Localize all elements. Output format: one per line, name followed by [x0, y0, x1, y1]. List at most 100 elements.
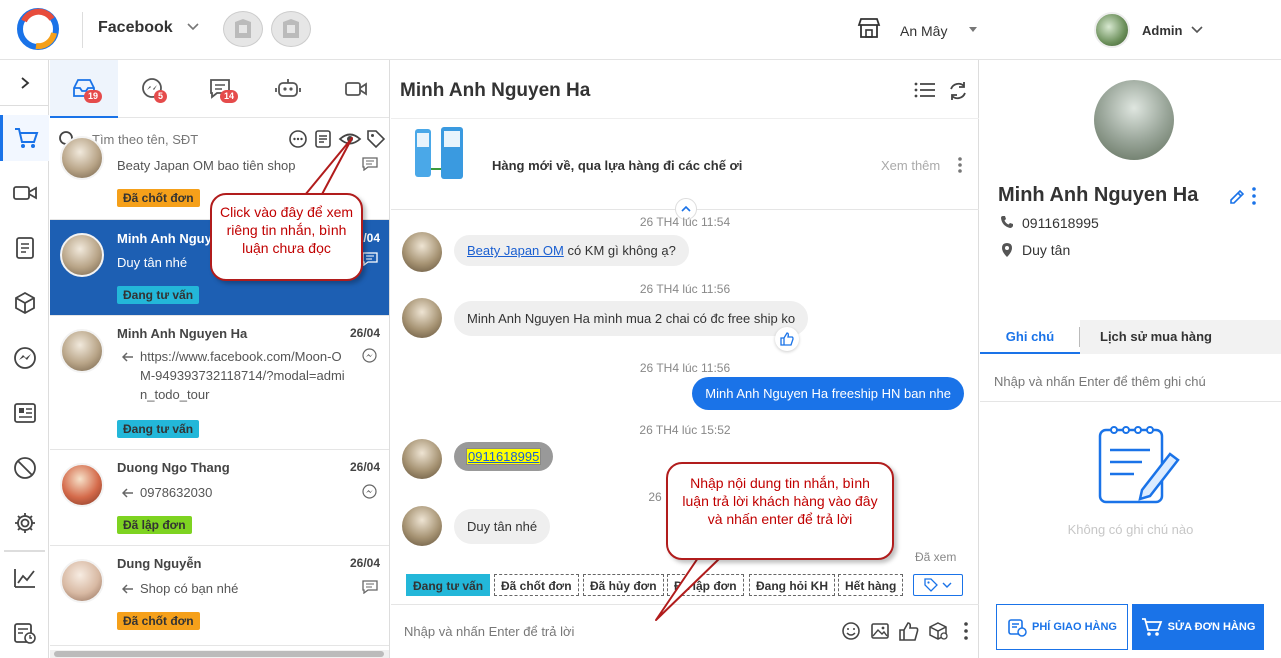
- conversation-date: 26/04: [349, 460, 380, 474]
- conversation-last-message: Beaty Japan OM bao tiên shop: [117, 158, 296, 173]
- status-tag-cancelled[interactable]: Đã hủy đơn: [583, 574, 664, 596]
- conversation-item[interactable]: Dung Nguyễn 26/04 Shop có bạn nhé Đã chố…: [50, 546, 389, 646]
- chevron-down-icon[interactable]: [186, 22, 200, 32]
- tag-dropdown[interactable]: [913, 574, 963, 596]
- caret-down-icon[interactable]: [969, 27, 977, 32]
- top-bar: Facebook An Mây Admin: [0, 0, 1281, 60]
- more-vertical-icon[interactable]: [1251, 186, 1257, 206]
- emoji-icon[interactable]: [841, 621, 861, 641]
- phone-number-link[interactable]: 0911618995: [466, 448, 542, 465]
- more-vertical-icon[interactable]: [957, 156, 963, 174]
- conversation-last-message: Shop có bạn nhé: [140, 581, 239, 596]
- conversation-search-input[interactable]: [92, 129, 282, 149]
- nav-item-blocked[interactable]: [0, 445, 49, 491]
- status-tag-out-of-stock[interactable]: Hết hàng: [838, 574, 904, 596]
- nav-item-schedule[interactable]: [0, 610, 49, 656]
- reply-bar: [391, 604, 979, 658]
- list-icon[interactable]: [913, 80, 937, 100]
- tab-bot[interactable]: [254, 60, 322, 118]
- conversation-last-message: Duy tân nhé: [117, 255, 188, 270]
- status-tag-asking[interactable]: Đang hỏi KH: [749, 574, 835, 596]
- eye-icon[interactable]: [338, 129, 362, 149]
- note-input[interactable]: [994, 371, 1264, 391]
- page-thumbnail-2[interactable]: [271, 11, 311, 47]
- status-tag-consulting[interactable]: Đang tư vấn: [406, 574, 491, 596]
- conversation-list-panel: 19 5 14 Tìm theo tên, SĐT Beaty Japan OM…: [50, 60, 390, 658]
- customer-address: Duy tân: [1022, 242, 1071, 258]
- tab-purchase-history[interactable]: Lịch sử mua hàng: [1100, 320, 1212, 354]
- customer-avatar: [402, 439, 442, 479]
- incoming-message: Beaty Japan OM có KM gì không ạ?: [454, 235, 689, 266]
- conversation-item[interactable]: Minh Anh Nguyen Ha 26/04 https://www.fac…: [50, 316, 389, 450]
- page-selector-label[interactable]: Facebook: [98, 19, 173, 37]
- conversation-last-message: https://www.facebook.com/Moon-OM-9493937…: [140, 349, 345, 402]
- nav-item-orders[interactable]: [0, 115, 49, 161]
- customer-avatar: [60, 463, 104, 507]
- nav-item-posts[interactable]: [0, 225, 49, 271]
- message-text: có KM gì không ạ?: [567, 243, 676, 258]
- more-vertical-icon[interactable]: [963, 621, 969, 641]
- tab-video[interactable]: [322, 60, 389, 118]
- video-camera-icon: [12, 186, 37, 200]
- scrollbar-thumb[interactable]: [54, 651, 384, 657]
- status-tag-closed[interactable]: Đã chốt đơn: [494, 574, 579, 596]
- message-timestamp: 26 TH4 lúc 15:52: [639, 423, 731, 437]
- tab-all-inbox[interactable]: 19: [50, 60, 118, 118]
- reply-input[interactable]: [404, 621, 824, 641]
- chevron-down-icon[interactable]: [1190, 25, 1204, 35]
- post-caption: Hàng mới về, qua lựa hàng đi các chế ơi: [492, 158, 743, 173]
- horizontal-scrollbar[interactable]: [50, 650, 389, 658]
- document-icon: [15, 237, 34, 259]
- seen-status: Đã xem: [915, 550, 957, 564]
- pencil-icon[interactable]: [1228, 188, 1246, 206]
- product-box-icon[interactable]: [927, 621, 949, 641]
- filter-messages-icon[interactable]: [288, 129, 308, 149]
- status-badge: Đang tư vấn: [117, 420, 200, 438]
- app-logo[interactable]: [14, 7, 62, 51]
- edit-order-label: SỬA ĐƠN HÀNG: [1167, 621, 1256, 633]
- tab-badge: 5: [154, 90, 168, 103]
- user-name[interactable]: Admin: [1142, 23, 1182, 38]
- nav-item-settings[interactable]: [0, 500, 49, 546]
- messenger-icon: [13, 347, 36, 369]
- shipping-fee-icon: [1008, 619, 1027, 637]
- location-pin-icon: [1002, 243, 1012, 257]
- nav-expand-button[interactable]: [0, 60, 49, 106]
- tab-comments[interactable]: 14: [186, 60, 254, 118]
- edit-order-button[interactable]: SỬA ĐƠN HÀNG: [1132, 604, 1264, 650]
- page-mention-link[interactable]: Beaty Japan OM: [467, 243, 564, 258]
- nav-item-messenger[interactable]: [0, 335, 49, 381]
- shipping-fee-button[interactable]: PHÍ GIAO HÀNG: [996, 604, 1128, 650]
- see-more-link[interactable]: Xem thêm: [881, 158, 940, 173]
- nav-item-video[interactable]: [0, 170, 49, 216]
- image-icon[interactable]: [870, 621, 890, 641]
- nav-item-products[interactable]: [0, 280, 49, 326]
- conversation-item[interactable]: Duong Ngo Thang 26/04 0978632030 Đã lập …: [50, 450, 389, 546]
- incoming-message: Minh Anh Nguyen Ha mình mua 2 chai có đc…: [454, 301, 809, 336]
- tag-icon[interactable]: [366, 129, 386, 149]
- reply-arrow-icon: [122, 352, 134, 362]
- tab-notes[interactable]: Ghi chú: [980, 320, 1080, 354]
- customer-avatar: [60, 233, 104, 277]
- status-tag-created[interactable]: Đã lập đơn: [667, 574, 744, 596]
- tab-messenger[interactable]: 5: [118, 60, 186, 118]
- reply-arrow-icon: [122, 488, 134, 498]
- nav-item-customers[interactable]: [0, 390, 49, 436]
- callout-reply-input: Nhập nội dung tin nhắn, bình luận trả lờ…: [666, 462, 894, 560]
- page-thumbnail-1[interactable]: [223, 11, 263, 47]
- store-selector[interactable]: An Mây: [900, 23, 947, 39]
- filter-comments-icon[interactable]: [314, 129, 332, 149]
- cart-icon: [1141, 618, 1162, 636]
- ban-icon: [13, 457, 36, 479]
- left-nav: [0, 60, 49, 658]
- nav-item-reports[interactable]: [0, 555, 49, 601]
- post-preview[interactable]: Hàng mới về, qua lựa hàng đi các chế ơi …: [391, 118, 979, 210]
- thumbs-up-icon[interactable]: [775, 327, 799, 351]
- callout-eye-filter: Click vào đây để xem riêng tin nhắn, bìn…: [210, 193, 363, 281]
- incoming-message: 0911618995: [454, 442, 554, 471]
- comment-icon: [362, 157, 378, 171]
- calendar-clock-icon: [13, 623, 36, 644]
- user-avatar[interactable]: [1094, 12, 1130, 48]
- thumbs-up-icon[interactable]: [898, 621, 920, 641]
- refresh-icon[interactable]: [947, 80, 969, 102]
